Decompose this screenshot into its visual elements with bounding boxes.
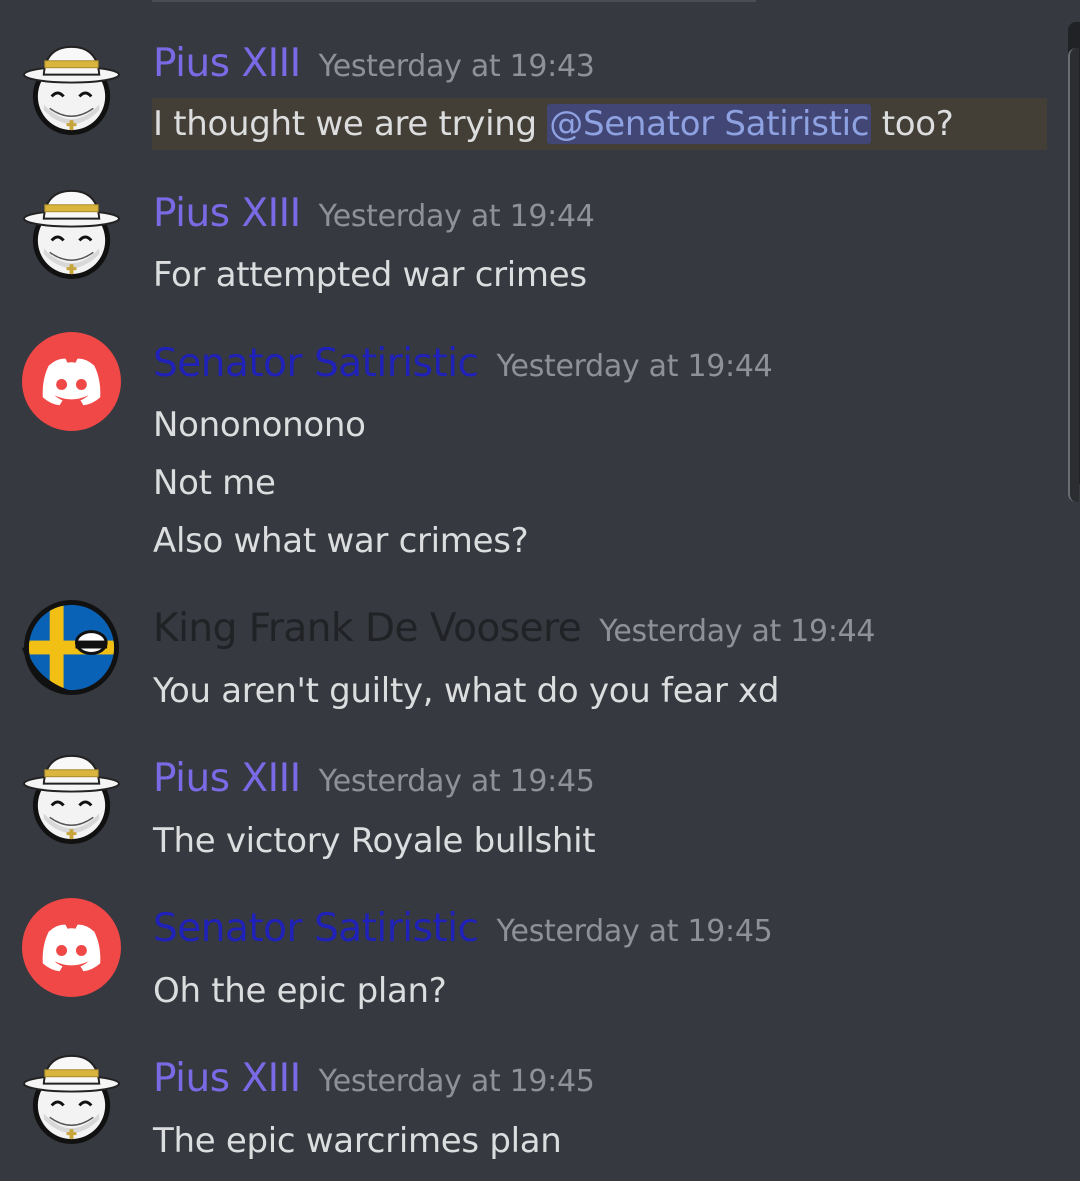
scrollbar-track[interactable] (1068, 22, 1080, 502)
timestamp: Yesterday at 19:45 (318, 1064, 595, 1099)
timestamp: Yesterday at 19:43 (318, 49, 595, 84)
pius-avatar[interactable] (22, 183, 121, 282)
message-text-segment: I thought we are trying (153, 104, 548, 144)
pius-avatar[interactable] (22, 748, 121, 847)
username[interactable]: Pius XIII (153, 754, 301, 804)
username[interactable]: Pius XIII (153, 39, 301, 89)
username[interactable]: Pius XIII (153, 189, 301, 239)
chat-message-list: Pius XIII Yesterday at 19:43 I thought w… (0, 0, 1080, 1181)
message-header: Pius XIII Yesterday at 19:44 (153, 189, 595, 239)
message-text: I thought we are trying @Senator Satiris… (153, 100, 954, 148)
username[interactable]: King Frank De Voosere (153, 604, 582, 654)
message-header: Pius XIII Yesterday at 19:45 (153, 754, 595, 804)
message-text: For attempted war crimes (153, 255, 587, 295)
message-divider (152, 0, 756, 2)
scrollbar-thumb[interactable] (1068, 48, 1079, 502)
message-header: Senator Satiristic Yesterday at 19:45 (153, 904, 773, 954)
message-text: Not me (153, 463, 276, 503)
message-header: Pius XIII Yesterday at 19:45 (153, 1054, 595, 1104)
timestamp: Yesterday at 19:44 (599, 614, 876, 649)
pius-avatar[interactable] (22, 39, 121, 138)
message-text: Also what war crimes? (153, 521, 529, 561)
username[interactable]: Senator Satiristic (153, 904, 479, 954)
username[interactable]: Senator Satiristic (153, 339, 479, 389)
message-text: Oh the epic plan? (153, 971, 447, 1011)
timestamp: Yesterday at 19:45 (318, 764, 595, 799)
message-text: The epic warcrimes plan (153, 1121, 562, 1161)
discord-default-avatar[interactable] (22, 332, 121, 431)
message-text-segment: too? (871, 104, 954, 144)
user-mention[interactable]: @Senator Satiristic (547, 104, 872, 144)
message-header: King Frank De Voosere Yesterday at 19:44 (153, 604, 876, 654)
message-text: The victory Royale bullshit (153, 821, 596, 861)
timestamp: Yesterday at 19:45 (496, 914, 773, 949)
message-header: Pius XIII Yesterday at 19:43 (153, 39, 595, 89)
timestamp: Yesterday at 19:44 (318, 199, 595, 234)
username[interactable]: Pius XIII (153, 1054, 301, 1104)
timestamp: Yesterday at 19:44 (496, 349, 773, 384)
message-text: Nonononono (153, 405, 366, 445)
discord-default-avatar[interactable] (22, 898, 121, 997)
message-header: Senator Satiristic Yesterday at 19:44 (153, 339, 773, 389)
sweden-ball-avatar[interactable] (22, 598, 121, 697)
pius-avatar[interactable] (22, 1048, 121, 1147)
message-text: You aren't guilty, what do you fear xd (153, 671, 780, 711)
